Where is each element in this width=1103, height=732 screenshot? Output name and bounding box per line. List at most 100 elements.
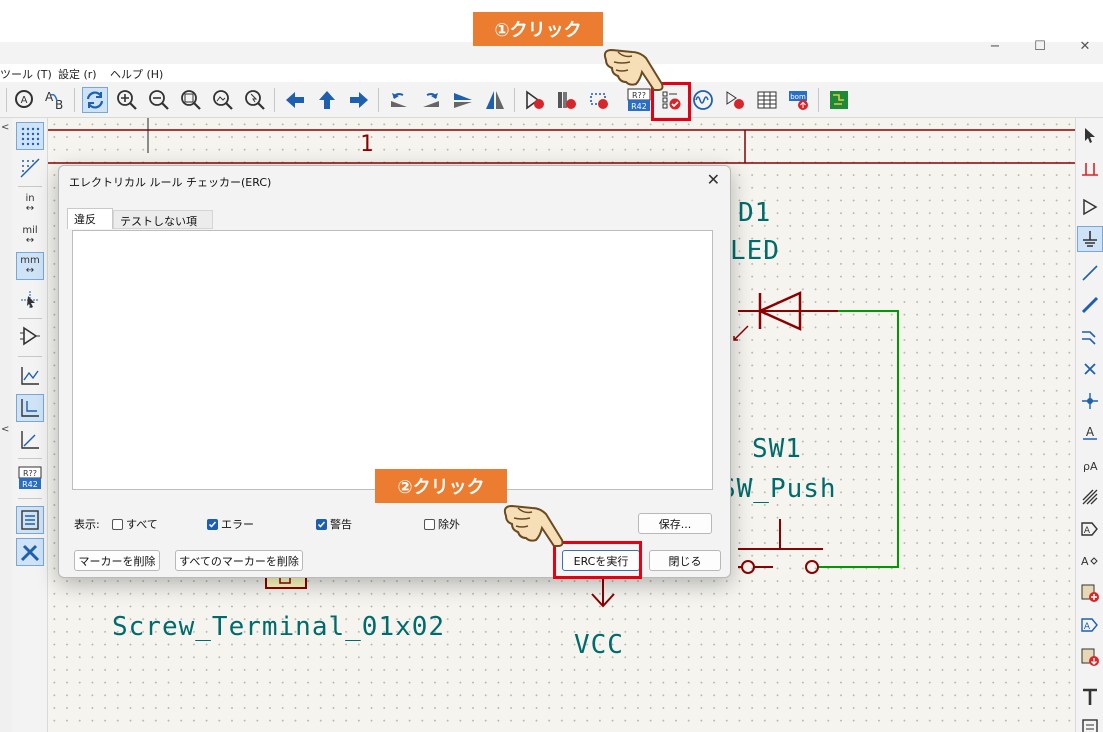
bus-entry-icon[interactable] — [1077, 324, 1103, 350]
d1-value[interactable]: LED — [730, 236, 780, 266]
tab-violations[interactable]: 違反 — [67, 208, 113, 229]
hidden-pins-icon[interactable] — [16, 322, 44, 350]
svg-text:A: A — [1084, 622, 1091, 632]
filter-all-checkbox[interactable]: すべて — [112, 516, 158, 532]
find-replace-icon[interactable]: AB — [42, 87, 68, 113]
svg-text:A: A — [1084, 526, 1091, 536]
units-inch-button[interactable]: in ↔ — [16, 190, 44, 218]
vcc-label[interactable]: VCC — [574, 630, 624, 660]
rotate-ccw-icon[interactable] — [386, 87, 412, 113]
grid-override-icon[interactable] — [16, 154, 44, 182]
units-inch-label: in — [25, 193, 35, 204]
zoom-selection-icon[interactable] — [242, 87, 268, 113]
svg-text:A: A — [1081, 555, 1089, 568]
units-mil-button[interactable]: mil ↔ — [16, 222, 44, 250]
symbol-editor-icon[interactable] — [522, 87, 548, 113]
close-dialog-button[interactable]: 閉じる — [649, 550, 721, 571]
checkbox-box — [424, 518, 435, 530]
maximize-button[interactable]: ☐ — [1020, 36, 1060, 58]
filter-all-label: すべて — [126, 518, 158, 531]
filter-row: 表示: すべて エラー 警告 除外 — [74, 516, 714, 532]
filter-warnings-checkbox[interactable]: 警告 — [316, 516, 352, 532]
import-graphics-icon[interactable] — [1077, 644, 1103, 670]
select-icon[interactable] — [1077, 122, 1103, 148]
grid-icon[interactable] — [16, 122, 44, 150]
d1-reference[interactable]: D1 — [738, 198, 771, 228]
filter-excluded-checkbox[interactable]: 除外 — [424, 516, 460, 532]
import-sheet-pin-icon[interactable]: A — [1077, 612, 1103, 638]
bom-table-icon[interactable] — [754, 87, 780, 113]
units-mm-label: mm — [20, 255, 40, 266]
step2-highlight — [553, 541, 642, 579]
svg-text:R42: R42 — [22, 480, 38, 489]
sheet-pin-icon[interactable]: A — [1077, 516, 1103, 542]
junction-icon[interactable] — [1077, 388, 1103, 414]
net-label-icon[interactable]: A — [1077, 420, 1103, 446]
zoom-out-icon[interactable] — [146, 87, 172, 113]
arrow-right-icon[interactable] — [346, 87, 372, 113]
save-button[interactable]: 保存... — [638, 513, 712, 534]
svg-text:A: A — [21, 95, 28, 106]
svg-text:A: A — [45, 90, 54, 104]
delete-markers-button[interactable]: マーカーを削除 — [74, 550, 160, 571]
netlist-icon[interactable] — [722, 87, 748, 113]
left-toolbar: in ↔ mil ↔ mm ↔ R?? R42 — [12, 118, 48, 732]
add-power-icon[interactable] — [1077, 226, 1103, 252]
arrow-left-icon[interactable] — [282, 87, 308, 113]
menu-settings[interactable]: 設定 (r) — [58, 66, 97, 82]
no-connect-icon[interactable] — [1077, 356, 1103, 382]
zoom-in-icon[interactable] — [114, 87, 140, 113]
pointing-hand-icon — [503, 504, 564, 547]
sw1-reference[interactable]: SW1 — [752, 434, 802, 464]
menu-help[interactable]: ヘルプ (H) — [110, 66, 163, 82]
arrow-up-icon[interactable] — [314, 87, 340, 113]
add-bus-icon[interactable] — [1077, 292, 1103, 318]
rotate-cw-icon[interactable] — [418, 87, 444, 113]
highlight-net-icon[interactable] — [1077, 156, 1103, 182]
simulator-icon[interactable] — [690, 87, 716, 113]
refresh-icon[interactable] — [82, 87, 108, 113]
filter-errors-label: エラー — [221, 518, 254, 531]
zoom-fit-icon[interactable] — [178, 87, 204, 113]
bom-export-icon[interactable]: bom — [786, 87, 812, 113]
symbol-library-icon[interactable] — [554, 87, 580, 113]
hierarchical-label-icon[interactable] — [1077, 484, 1103, 510]
svg-text:R??: R?? — [23, 469, 37, 478]
line-mode-45-icon[interactable] — [16, 426, 44, 454]
dialog-close-icon[interactable]: ✕ — [707, 170, 720, 189]
units-mil-label: mil — [22, 225, 38, 236]
delete-all-markers-button[interactable]: すべてのマーカーを削除 — [175, 550, 303, 571]
add-wire-icon[interactable] — [1077, 260, 1103, 286]
sw1-value[interactable]: SW_Push — [720, 474, 837, 504]
right-toolbar: A ρA A A A — [1075, 118, 1103, 732]
checkbox-checked — [207, 518, 218, 530]
add-text-icon[interactable] — [1077, 684, 1103, 710]
tab-ignored-tests[interactable]: テストしない項目 — [113, 210, 213, 244]
find-icon[interactable]: A — [12, 87, 38, 113]
add-textbox-icon[interactable] — [1077, 714, 1103, 732]
checkbox-box — [112, 518, 123, 530]
zoom-objects-icon[interactable] — [210, 87, 236, 113]
cursor-crosshair-icon[interactable] — [16, 286, 44, 314]
directive-label-icon[interactable]: A — [1077, 548, 1103, 574]
menu-tools[interactable]: ツール (T) — [0, 66, 52, 82]
add-symbol-icon[interactable] — [1077, 194, 1103, 220]
menu-bar: ツール (T) 設定 (r) ヘルプ (H) — [0, 64, 1103, 82]
annotate-left-icon[interactable]: R?? R42 — [16, 464, 44, 492]
line-mode-90-icon[interactable] — [16, 394, 44, 422]
mirror-vertical-icon[interactable] — [450, 87, 476, 113]
pcb-editor-icon[interactable] — [826, 87, 852, 113]
erc-dialog: エレクトリカル ルール チェッカー(ERC) ✕ 違反 テストしない項目 表示:… — [58, 165, 731, 578]
minimize-button[interactable]: − — [975, 36, 1015, 58]
global-label-icon[interactable]: ρA — [1077, 452, 1103, 478]
add-sheet-icon[interactable] — [1077, 580, 1103, 606]
hierarchy-navigator-icon[interactable] — [16, 506, 44, 534]
violations-list[interactable] — [72, 230, 713, 490]
line-mode-free-icon[interactable] — [16, 362, 44, 390]
mirror-horizontal-icon[interactable] — [482, 87, 508, 113]
filter-errors-checkbox[interactable]: エラー — [207, 516, 254, 532]
connector-value[interactable]: Screw_Terminal_01x02 — [112, 612, 445, 642]
properties-tools-icon[interactable] — [16, 538, 44, 566]
units-mm-button[interactable]: mm ↔ — [16, 252, 44, 280]
close-window-button[interactable]: ✕ — [1065, 36, 1103, 58]
